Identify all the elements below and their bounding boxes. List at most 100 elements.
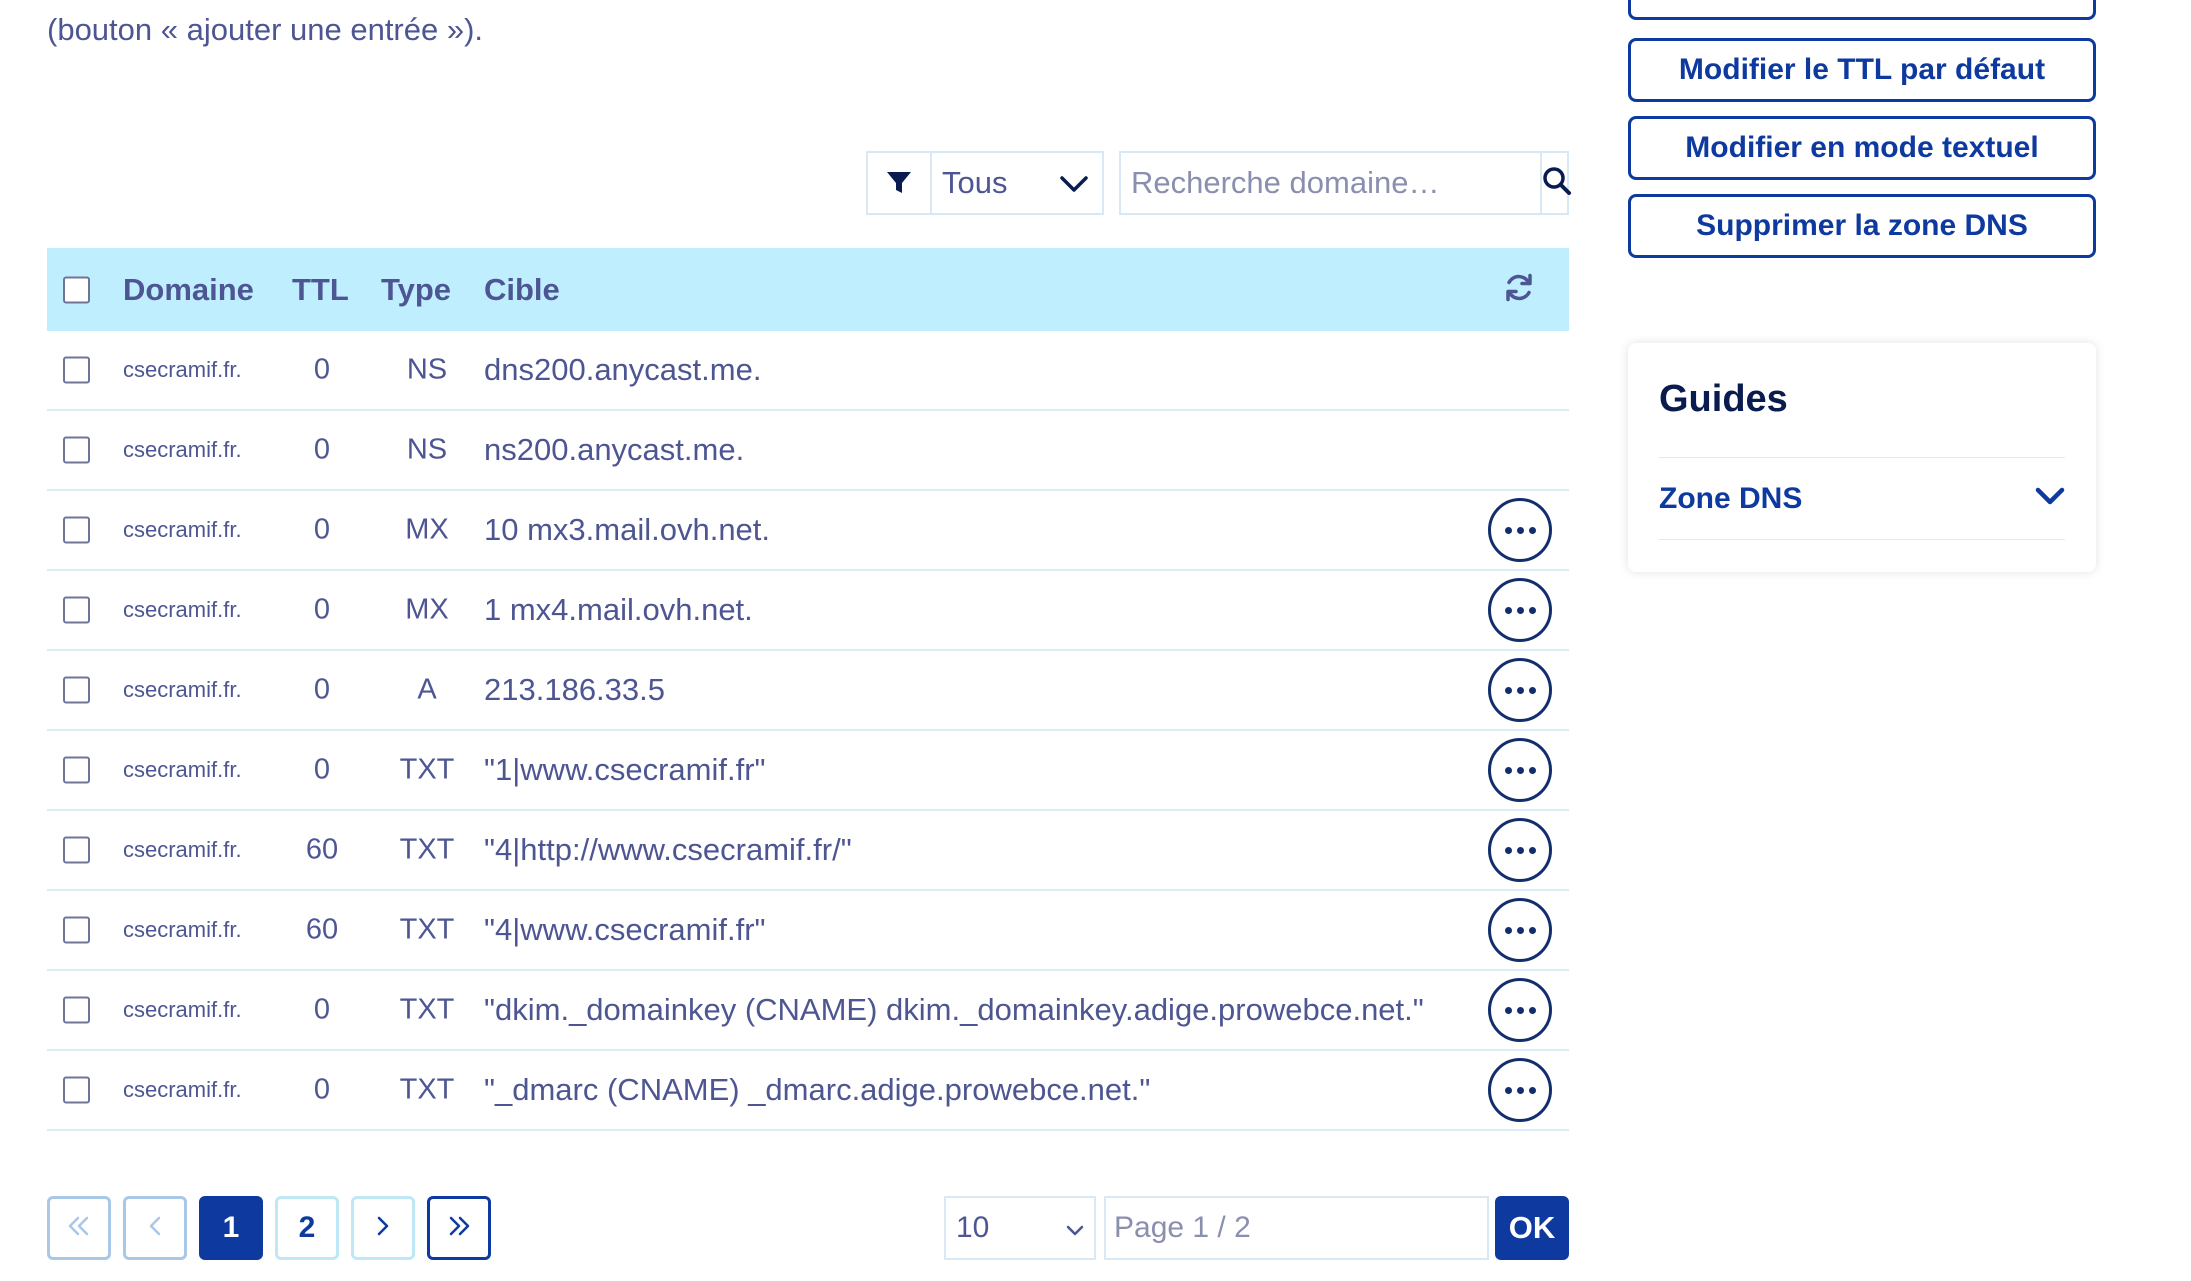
type-filter[interactable]: Tous bbox=[866, 151, 1104, 215]
row-actions-button[interactable] bbox=[1488, 898, 1552, 962]
cell-domain: csecramif.fr. bbox=[123, 437, 242, 462]
row-actions-button[interactable] bbox=[1488, 658, 1552, 722]
cell-type: TXT bbox=[399, 913, 455, 946]
refresh-icon[interactable] bbox=[1503, 271, 1535, 308]
previous-page-button[interactable] bbox=[123, 1196, 187, 1260]
more-dot bbox=[1516, 606, 1524, 614]
page-number-input[interactable] bbox=[1104, 1196, 1489, 1260]
more-dot bbox=[1504, 926, 1512, 934]
table-row: csecramif.fr. 0 TXT "_dmarc (CNAME) _dmarc.… bbox=[47, 1051, 1569, 1131]
column-header-type[interactable]: Type bbox=[381, 272, 451, 308]
text-mode-button[interactable]: Modifier en mode textuel bbox=[1628, 116, 2096, 180]
table-row: csecramif.fr. 0 NS dns200.anycast.me. bbox=[47, 331, 1569, 411]
row-checkbox[interactable] bbox=[63, 996, 90, 1024]
more-dot bbox=[1504, 606, 1512, 614]
cell-ttl: 0 bbox=[313, 1073, 331, 1106]
table-row: csecramif.fr. 0 NS ns200.anycast.me. bbox=[47, 411, 1569, 491]
cell-domain: csecramif.fr. bbox=[123, 917, 242, 942]
cell-target: 1 mx4.mail.ovh.net. bbox=[484, 592, 753, 627]
row-checkbox[interactable] bbox=[63, 356, 90, 384]
dns-records-table: Domaine TTL Type Cible csecramif.fr. 0 NS d… bbox=[47, 248, 1569, 1131]
column-header-domain[interactable]: Domaine bbox=[123, 272, 254, 308]
more-dot bbox=[1504, 846, 1512, 854]
cell-target: "1|www.csecramif.fr" bbox=[484, 752, 766, 787]
search-input[interactable] bbox=[1121, 153, 1540, 213]
cell-target: 213.186.33.5 bbox=[484, 672, 666, 707]
delete-dns-zone-button[interactable]: Supprimer la zone DNS bbox=[1628, 194, 2096, 258]
row-actions-button[interactable] bbox=[1488, 1058, 1552, 1122]
reset-dns-zone-button[interactable] bbox=[1628, 0, 2096, 20]
divider bbox=[1659, 539, 2065, 540]
row-checkbox[interactable] bbox=[63, 596, 90, 624]
chevron-down-icon bbox=[2035, 487, 2065, 512]
row-checkbox[interactable] bbox=[63, 916, 90, 944]
domain-search bbox=[1119, 151, 1572, 215]
cell-ttl: 0 bbox=[313, 753, 331, 786]
last-page-button[interactable] bbox=[427, 1196, 491, 1260]
page-button-2[interactable]: 2 bbox=[275, 1196, 339, 1260]
cell-target: dns200.anycast.me. bbox=[484, 352, 762, 387]
row-actions-button[interactable] bbox=[1488, 578, 1552, 642]
cell-ttl: 0 bbox=[313, 433, 331, 466]
first-page-button[interactable] bbox=[47, 1196, 111, 1260]
cell-type: TXT bbox=[399, 833, 455, 866]
guides-panel: Guides Zone DNS bbox=[1628, 343, 2096, 572]
modify-default-ttl-button[interactable]: Modifier le TTL par défaut bbox=[1628, 38, 2096, 102]
more-dot bbox=[1504, 686, 1512, 694]
cell-target: "4|http://www.csecramif.fr/" bbox=[484, 832, 852, 867]
guide-item-label: Zone DNS bbox=[1659, 482, 1803, 515]
select-all-checkbox[interactable] bbox=[63, 276, 90, 303]
more-dot bbox=[1516, 846, 1524, 854]
row-checkbox[interactable] bbox=[63, 676, 90, 704]
table-row: csecramif.fr. 60 TXT "4|www.csecramif.fr" bbox=[47, 891, 1569, 971]
ok-button[interactable]: OK bbox=[1495, 1196, 1569, 1260]
page-size-select[interactable]: 10 bbox=[944, 1196, 1096, 1260]
cell-type: NS bbox=[406, 353, 448, 386]
more-dot bbox=[1504, 1086, 1512, 1094]
double-chevron-right-icon bbox=[447, 1211, 471, 1245]
chevron-down-icon bbox=[1066, 1211, 1084, 1245]
more-dot bbox=[1504, 766, 1512, 774]
filter-icon bbox=[868, 153, 932, 213]
next-page-button[interactable] bbox=[351, 1196, 415, 1260]
row-actions-button[interactable] bbox=[1488, 738, 1552, 802]
row-actions-button[interactable] bbox=[1488, 818, 1552, 882]
row-checkbox[interactable] bbox=[63, 516, 90, 544]
cell-ttl: 0 bbox=[313, 513, 331, 546]
search-button[interactable] bbox=[1540, 153, 1572, 213]
cell-domain: csecramif.fr. bbox=[123, 517, 242, 542]
table-row: csecramif.fr. 0 TXT "1|www.csecramif.fr" bbox=[47, 731, 1569, 811]
type-filter-value: Tous bbox=[942, 165, 1008, 200]
cell-domain: csecramif.fr. bbox=[123, 1077, 242, 1102]
type-filter-select[interactable]: Tous bbox=[932, 153, 1102, 213]
cell-type: MX bbox=[405, 513, 449, 546]
more-dot bbox=[1528, 1006, 1536, 1014]
guide-item-zone-dns[interactable]: Zone DNS bbox=[1659, 459, 2065, 539]
intro-text: (bouton « ajouter une entrée »). bbox=[47, 12, 484, 47]
column-header-ttl[interactable]: TTL bbox=[292, 272, 349, 308]
cell-type: TXT bbox=[399, 1073, 455, 1106]
cell-type: MX bbox=[405, 593, 449, 626]
row-checkbox[interactable] bbox=[63, 436, 90, 464]
more-dot bbox=[1516, 1006, 1524, 1014]
guides-title: Guides bbox=[1659, 378, 1788, 420]
more-dot bbox=[1528, 1086, 1536, 1094]
row-checkbox[interactable] bbox=[63, 836, 90, 864]
page-button-1[interactable]: 1 bbox=[199, 1196, 263, 1260]
more-dot bbox=[1516, 686, 1524, 694]
more-dot bbox=[1516, 526, 1524, 534]
chevron-left-icon bbox=[147, 1211, 163, 1245]
cell-type: NS bbox=[406, 433, 448, 466]
cell-ttl: 0 bbox=[313, 673, 331, 706]
cell-target: "dkim._domainkey (CNAME) dkim._domainkey… bbox=[484, 992, 1424, 1027]
column-header-target[interactable]: Cible bbox=[484, 272, 560, 308]
table-row: csecramif.fr. 0 TXT "dkim._domainkey (CNAME… bbox=[47, 971, 1569, 1051]
more-dot bbox=[1504, 526, 1512, 534]
row-checkbox[interactable] bbox=[63, 756, 90, 784]
row-actions-button[interactable] bbox=[1488, 498, 1552, 562]
page-size-value: 10 bbox=[956, 1211, 990, 1244]
cell-ttl: 60 bbox=[305, 833, 339, 866]
divider bbox=[1659, 457, 2065, 458]
row-checkbox[interactable] bbox=[63, 1076, 90, 1104]
row-actions-button[interactable] bbox=[1488, 978, 1552, 1042]
